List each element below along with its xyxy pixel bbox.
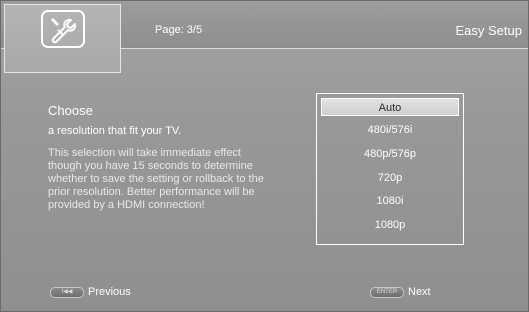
resolution-option-720p[interactable]: 720p [321, 169, 459, 187]
section-subtitle: a resolution that fit your TV. [48, 125, 182, 137]
description-line: prior resolution. Better performance wil… [48, 186, 255, 198]
previous-label: Previous [88, 286, 131, 298]
logo-panel [4, 4, 121, 73]
description-line: though you have 15 seconds to determine [48, 160, 253, 172]
page-indicator: Page: 3/5 [155, 24, 203, 36]
description-text: This selection will take immediate effec… [48, 147, 298, 212]
resolution-option-480i-576i[interactable]: 480i/576i [321, 121, 459, 139]
enter-key-icon: ENTER [370, 286, 404, 298]
easy-setup-screen: Page: 3/5 Easy Setup Choose a resolution… [0, 0, 529, 312]
resolution-list: Auto 480i/576i 480p/576p 720p 1080i 1080… [316, 93, 464, 245]
resolution-option-1080p[interactable]: 1080p [321, 216, 459, 234]
screen-title: Easy Setup [455, 23, 523, 38]
description-line: whether to save the setting or rollback … [48, 173, 264, 185]
resolution-option-480p-576p[interactable]: 480p/576p [321, 145, 459, 163]
previous-button[interactable]: I◀◀ Previous [50, 286, 131, 298]
resolution-option-1080i[interactable]: 1080i [321, 192, 459, 210]
next-button[interactable]: ENTER Next [370, 286, 431, 298]
previous-key-icon: I◀◀ [50, 286, 84, 298]
description-line: provided by a HDMI connection! [48, 199, 205, 211]
next-label: Next [408, 286, 431, 298]
wrench-icon [41, 10, 85, 48]
description-line: This selection will take immediate effec… [48, 147, 241, 159]
section-heading: Choose [48, 103, 93, 118]
resolution-option-auto[interactable]: Auto [321, 98, 459, 116]
